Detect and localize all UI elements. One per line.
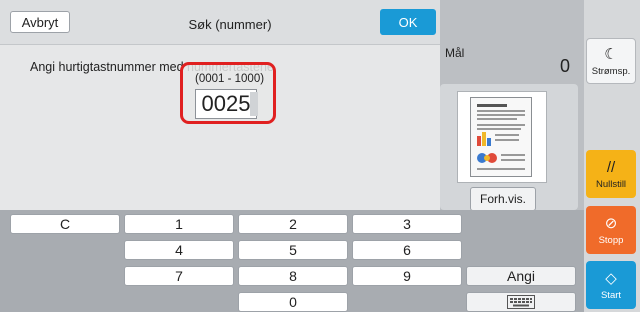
key-0[interactable]: 0 (238, 292, 348, 312)
start-diamond-icon: ◇ (605, 269, 617, 287)
start-label: Start (600, 289, 622, 301)
number-input[interactable]: 0025 (195, 89, 257, 119)
moon-icon: ☾ (604, 45, 618, 63)
key-3[interactable]: 3 (352, 214, 462, 234)
stop-icon: ⊘ (604, 214, 618, 232)
key-4[interactable]: 4 (124, 240, 234, 260)
input-caret (250, 92, 258, 116)
sleep-label: Strømsp. (591, 65, 631, 77)
stop-label: Stopp (598, 234, 624, 246)
key-1[interactable]: 1 (124, 214, 234, 234)
reset-label: Nullstill (595, 178, 627, 190)
number-value: 0025 (201, 91, 251, 116)
key-9[interactable]: 9 (352, 266, 462, 286)
stop-button[interactable]: ⊘ Stopp (586, 206, 636, 254)
destination-count: 0 (560, 56, 571, 76)
key-6[interactable]: 6 (352, 240, 462, 260)
key-8[interactable]: 8 (238, 266, 348, 286)
key-clear[interactable]: C (10, 214, 120, 234)
ok-button[interactable]: OK (380, 9, 436, 35)
cancel-button[interactable]: Avbryt (10, 11, 70, 33)
enter-button[interactable]: Angi (466, 266, 576, 286)
screen-title: Søk (nummer) (188, 17, 272, 32)
range-label: (0001 - 1000) (195, 73, 265, 85)
keyboard-button[interactable] (466, 292, 576, 312)
preview-button[interactable]: Forh.vis. (470, 187, 536, 211)
start-button[interactable]: ◇ Start (586, 261, 636, 309)
reset-slash-icon: // (606, 158, 616, 176)
document-thumbnail-icon (470, 97, 532, 177)
key-2[interactable]: 2 (238, 214, 348, 234)
document-graphic (477, 104, 525, 170)
reset-button[interactable]: // Nullstill (586, 150, 636, 198)
key-5[interactable]: 5 (238, 240, 348, 260)
destination-label: Mål (445, 46, 465, 60)
sleep-button[interactable]: ☾ Strømsp. (586, 38, 636, 84)
key-7[interactable]: 7 (124, 266, 234, 286)
keyboard-icon (507, 295, 535, 309)
